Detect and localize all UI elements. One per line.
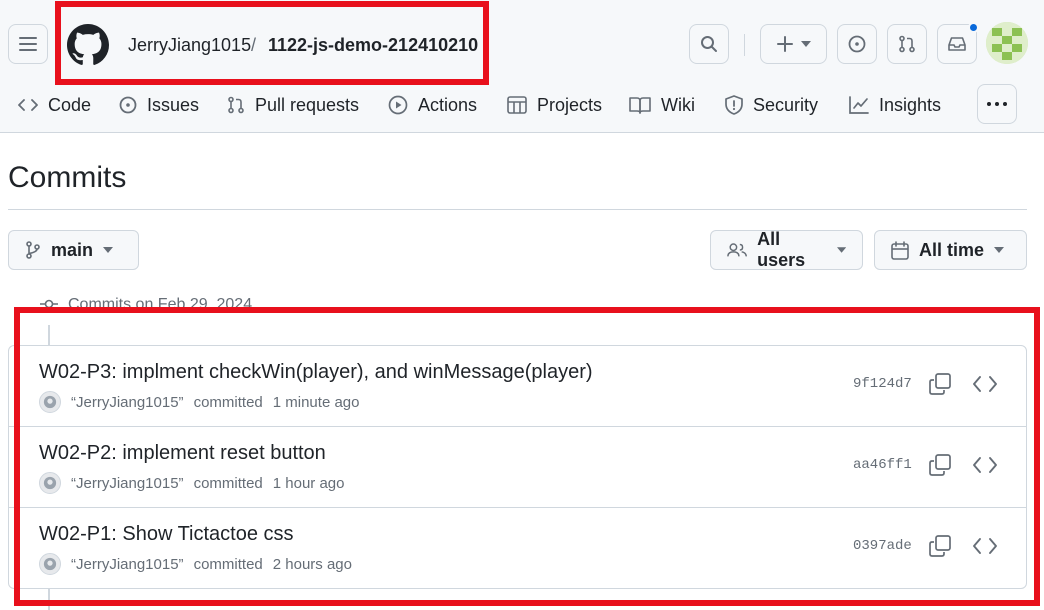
chevron-down-icon	[994, 247, 1005, 253]
tab-label: Wiki	[661, 94, 695, 115]
play-icon	[388, 95, 408, 115]
menu-button[interactable]	[8, 24, 48, 64]
chevron-down-icon	[103, 247, 114, 253]
pull-requests-button[interactable]	[887, 24, 927, 64]
shield-icon	[725, 95, 743, 115]
identicon-icon	[986, 22, 1028, 64]
tab-label: Actions	[418, 94, 478, 115]
tab-pull-requests[interactable]: Pull requests	[227, 91, 359, 119]
header-divider	[744, 34, 745, 56]
users-filter-button[interactable]: All users	[710, 229, 863, 270]
code-icon	[18, 99, 38, 111]
issue-icon	[119, 96, 137, 114]
calendar-icon	[891, 240, 909, 260]
tab-label: Security	[753, 94, 819, 115]
highlight-box-breadcrumb	[55, 1, 489, 85]
tab-label: Issues	[147, 94, 200, 115]
search-button[interactable]	[689, 24, 729, 64]
people-icon	[727, 243, 747, 257]
page-title: Commits	[8, 161, 127, 194]
plus-icon	[776, 36, 793, 52]
notification-dot	[968, 22, 979, 33]
tab-label: Insights	[879, 94, 942, 115]
book-icon	[629, 97, 651, 114]
time-filter-label: All time	[919, 239, 985, 260]
chevron-down-icon	[836, 247, 846, 253]
create-new-button[interactable]	[760, 24, 827, 64]
chevron-down-icon	[800, 41, 811, 47]
issue-icon	[848, 35, 866, 53]
branch-label: main	[51, 239, 94, 260]
tab-label: Code	[48, 94, 92, 115]
branch-icon	[26, 241, 40, 259]
user-avatar[interactable]	[986, 22, 1028, 64]
tab-security[interactable]: Security	[725, 91, 818, 119]
time-filter-button[interactable]: All time	[874, 230, 1027, 270]
title-divider	[8, 209, 1027, 210]
menu-icon	[19, 37, 37, 51]
table-icon	[507, 96, 527, 114]
more-tabs-button[interactable]	[977, 84, 1017, 124]
tab-label: Projects	[537, 94, 603, 115]
inbox-icon	[948, 37, 966, 51]
kebab-horizontal-icon	[987, 102, 1007, 106]
branch-select-button[interactable]: main	[8, 230, 139, 270]
tab-insights[interactable]: Insights	[849, 91, 941, 119]
tab-projects[interactable]: Projects	[507, 91, 602, 119]
tab-wiki[interactable]: Wiki	[629, 91, 695, 119]
highlight-box-commits	[14, 307, 1040, 606]
tab-label: Pull requests	[255, 94, 360, 115]
search-icon	[701, 36, 717, 52]
tab-actions[interactable]: Actions	[388, 91, 477, 119]
tab-issues[interactable]: Issues	[119, 91, 199, 119]
graph-icon	[849, 96, 869, 114]
issues-button[interactable]	[837, 24, 877, 64]
pull-request-icon	[228, 96, 244, 114]
tab-code[interactable]: Code	[18, 91, 91, 119]
users-filter-label: All users	[757, 229, 806, 270]
pull-request-icon	[899, 35, 915, 53]
